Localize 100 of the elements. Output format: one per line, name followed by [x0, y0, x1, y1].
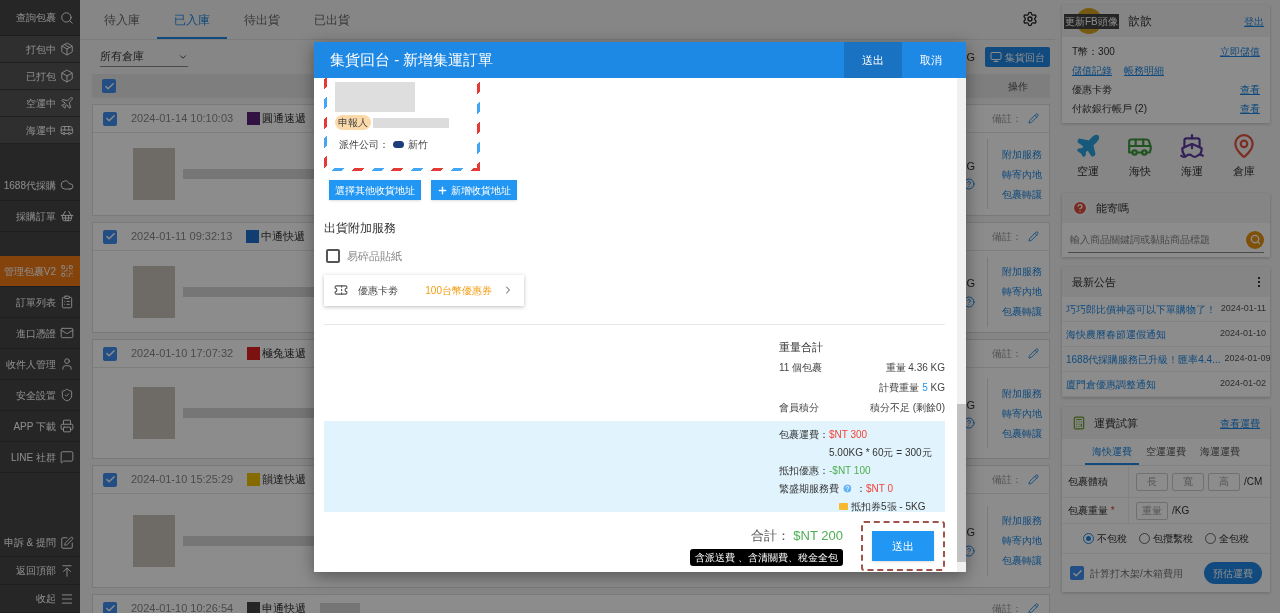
help-icon[interactable] — [963, 544, 975, 557]
action-link[interactable]: 包裹轉讓 — [1002, 425, 1049, 441]
edit-icon[interactable] — [1028, 231, 1039, 242]
edit-icon[interactable] — [1028, 474, 1039, 485]
action-link[interactable]: 附加服務 — [1002, 385, 1049, 401]
submit-button[interactable]: 送出 — [872, 531, 934, 561]
collect-button[interactable]: 集貨回台 — [985, 47, 1050, 67]
peak-fee: ：$NT 0 — [856, 482, 894, 496]
courier-logo — [393, 141, 404, 148]
weight-text: 重量 4.36 KG — [885, 361, 945, 375]
address-button[interactable]: 選擇其他收貨地址 — [329, 180, 421, 200]
help-icon[interactable] — [963, 295, 975, 308]
checkbox[interactable] — [1070, 566, 1084, 580]
tab[interactable]: 海快運費 — [1085, 439, 1139, 465]
settings-icon[interactable] — [1022, 11, 1038, 27]
calculator-icon — [1072, 416, 1086, 430]
edit-icon[interactable] — [1028, 603, 1039, 613]
warehouse-select[interactable]: 所有倉庫 — [100, 47, 188, 67]
sidebar-item[interactable]: 管理包裹V2 — [0, 256, 80, 287]
avatar-overlay-text[interactable]: 更新FB頭像 — [1064, 14, 1119, 29]
account-link[interactable]: 儲值記錄 — [1072, 63, 1112, 78]
courier-label: 派件公司： — [339, 138, 389, 152]
unit-label: /KG — [1172, 504, 1190, 518]
courier-logo — [247, 347, 261, 360]
shipping-fee: 包裹運費：$NT 300 — [779, 428, 869, 442]
weight-text: G — [966, 276, 975, 292]
action-link[interactable]: 包裹轉讓 — [1002, 186, 1049, 202]
shortcut-button[interactable]: 海快 — [1127, 133, 1153, 183]
help-icon[interactable] — [963, 417, 975, 430]
basket-icon — [60, 209, 74, 223]
news-link[interactable]: 廈門倉優惠調整通知 — [1066, 376, 1156, 392]
blurred-placeholder — [133, 387, 175, 439]
help-icon[interactable] — [963, 178, 975, 191]
sidebar-item[interactable]: 海運中 — [0, 117, 80, 144]
tab[interactable]: 已出貨 — [297, 3, 367, 39]
checkbox[interactable] — [103, 472, 117, 487]
shortcut-button[interactable]: 倉庫 — [1231, 133, 1257, 183]
view-link[interactable]: 查看 — [1240, 101, 1260, 116]
package-date: 2024-01-11 09:32:13 — [131, 229, 233, 245]
action-link[interactable]: 包裹轉讓 — [1002, 304, 1049, 319]
courier-logo — [247, 112, 261, 125]
summary-title: 重量合計 — [779, 339, 824, 355]
checkbox[interactable] — [103, 111, 117, 126]
radio-label: 包攬繫稅 — [1153, 532, 1193, 546]
top-up-link[interactable]: 立即儲值 — [1220, 44, 1260, 59]
tab[interactable]: 海運運費 — [1193, 439, 1247, 465]
checkbox[interactable] — [103, 346, 117, 361]
edit-icon[interactable] — [1028, 113, 1039, 124]
action-link[interactable]: 附加服務 — [1002, 146, 1049, 162]
map-pin-icon — [1231, 133, 1257, 159]
action-link[interactable]: 包裹轉讓 — [1002, 553, 1049, 568]
action-link[interactable]: 附加服務 — [1002, 513, 1049, 528]
blurred-placeholder — [133, 148, 175, 200]
mail-icon — [60, 326, 74, 340]
checkbox[interactable] — [326, 249, 340, 264]
checkbox[interactable] — [103, 229, 117, 244]
estimate-button[interactable]: 預估運費 — [1204, 562, 1262, 584]
action-link[interactable]: 轉寄內地 — [1002, 166, 1049, 182]
courier-name: 極兔速遞 — [262, 346, 307, 362]
address-button[interactable]: 新增收貨地址 — [431, 180, 517, 200]
sidebar-item[interactable]: 已打包 — [0, 63, 80, 90]
billed-weight: 計費重量 5 KG — [879, 381, 945, 395]
view-fees-link[interactable]: 查看運費 — [1220, 415, 1260, 431]
tab[interactable]: 已入庫 — [157, 3, 227, 39]
sidebar-item[interactable]: 空運中 — [0, 90, 80, 117]
edit-icon[interactable] — [1028, 348, 1039, 359]
courier-logo — [247, 602, 261, 613]
menu-icon — [60, 591, 74, 606]
checkbox[interactable] — [103, 601, 117, 613]
account-link[interactable]: 帳務明細 — [1124, 63, 1164, 78]
total-text: 合計： $NT 200 — [750, 527, 843, 546]
action-link[interactable]: 轉寄內地 — [1002, 284, 1049, 299]
voucher-icon — [839, 503, 848, 510]
tab[interactable]: 空運運費 — [1139, 439, 1193, 465]
field-label: 包裹重量 * — [1067, 504, 1116, 518]
action-link[interactable]: 轉寄內地 — [1002, 533, 1049, 548]
news-link[interactable]: 巧巧郎比價神器可以下單購物了！ — [1066, 301, 1216, 317]
search-icon[interactable] — [1246, 230, 1264, 249]
header-button[interactable]: 送出 — [844, 42, 902, 78]
checkbox[interactable] — [102, 79, 116, 93]
user-icon — [60, 357, 74, 371]
tab[interactable]: 待入庫 — [87, 3, 157, 39]
header-button[interactable]: 取消 — [902, 42, 960, 78]
action-link[interactable]: 附加服務 — [1002, 264, 1049, 279]
unit-label: /CM — [1244, 475, 1263, 489]
voucher-text: 抵扣券5張 - 5KG — [851, 500, 926, 514]
tab[interactable]: 待出貨 — [227, 3, 297, 39]
action-link[interactable]: 轉寄內地 — [1002, 405, 1049, 421]
shortcut-button[interactable]: 空運 — [1075, 133, 1101, 183]
news-link[interactable]: 海快農曆春節運假通知 — [1066, 326, 1166, 342]
courier-logo — [246, 230, 260, 243]
news-link[interactable]: 1688代採購服務已升級！匯率4.4... — [1066, 351, 1221, 367]
scrollbar[interactable] — [957, 78, 966, 572]
weight-text: G — [966, 49, 975, 65]
logout-link[interactable]: 登出 — [1244, 13, 1264, 29]
shortcut-button[interactable]: 海運 — [1179, 133, 1205, 183]
box-icon — [60, 42, 74, 56]
coupon-row[interactable]: 優惠卡劵 100台幣優惠券 — [324, 274, 524, 306]
sidebar-item[interactable]: 打包中 — [0, 36, 80, 63]
view-link[interactable]: 查看 — [1240, 82, 1260, 97]
